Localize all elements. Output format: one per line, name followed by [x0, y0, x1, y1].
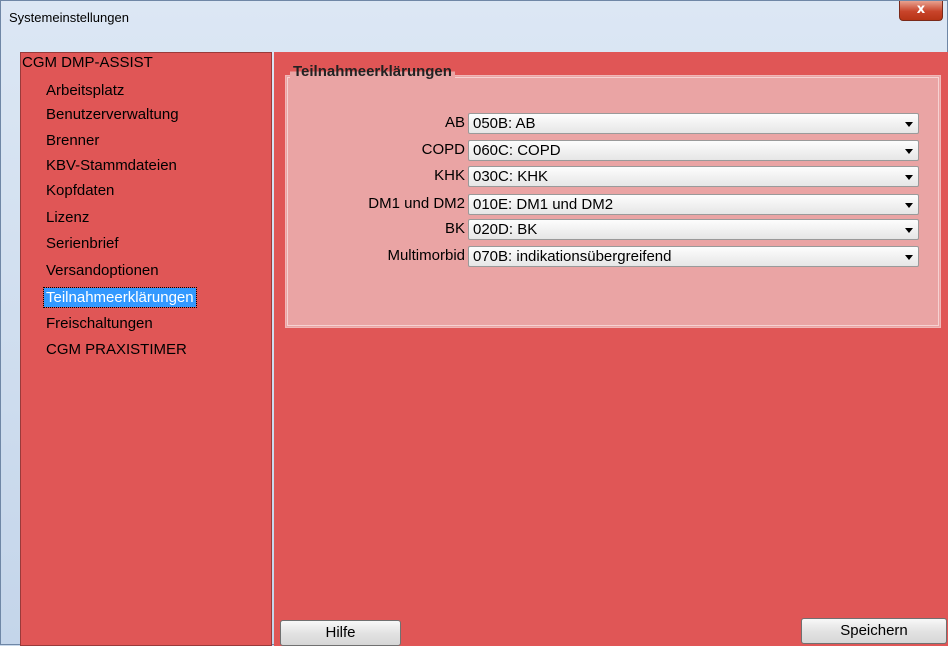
- group-title: Teilnahmeerklärungen: [290, 63, 455, 80]
- select-copd[interactable]: 060C: COPD: [468, 140, 919, 161]
- tree-item-kbv-stammdateien[interactable]: KBV-Stammdateien: [44, 156, 179, 175]
- help-button[interactable]: Hilfe: [280, 620, 401, 646]
- dropdown-arrow-icon[interactable]: [905, 203, 913, 208]
- select-dm1-dm2[interactable]: 010E: DM1 und DM2: [468, 194, 919, 215]
- title-bar: Systemeinstellungen x: [1, 1, 947, 35]
- tree-item-teilnahmeerklaerungen[interactable]: Teilnahmeerklärungen: [43, 287, 197, 308]
- window-title: Systemeinstellungen: [9, 10, 129, 25]
- dropdown-arrow-icon[interactable]: [905, 149, 913, 154]
- close-icon: x: [916, 2, 926, 17]
- label-khk: KHK: [434, 167, 465, 184]
- tree-item-serienbrief[interactable]: Serienbrief: [44, 234, 121, 253]
- label-bk: BK: [444, 220, 465, 237]
- settings-tree: CGM DMP-ASSIST Arbeitsplatz Benutzerverw…: [20, 52, 272, 646]
- select-khk[interactable]: 030C: KHK: [468, 166, 919, 187]
- select-multimorbid[interactable]: 070B: indikationsübergreifend: [468, 246, 919, 267]
- tree-item-kopfdaten[interactable]: Kopfdaten: [44, 181, 116, 200]
- dropdown-arrow-icon[interactable]: [905, 228, 913, 233]
- dropdown-arrow-icon[interactable]: [905, 255, 913, 260]
- dropdown-arrow-icon[interactable]: [905, 175, 913, 180]
- select-ab-value: 050B: AB: [473, 115, 536, 132]
- close-button[interactable]: x: [899, 1, 943, 21]
- dropdown-arrow-icon[interactable]: [905, 122, 913, 127]
- select-bk-value: 020D: BK: [473, 221, 538, 238]
- label-dm1-dm2: DM1 und DM2: [368, 195, 465, 212]
- label-multimorbid: Multimorbid: [387, 247, 465, 264]
- tree-item-brenner[interactable]: Brenner: [44, 131, 101, 150]
- tree-item-benutzerverwaltung[interactable]: Benutzerverwaltung: [44, 105, 181, 124]
- tree-item-freischaltungen[interactable]: Freischaltungen: [44, 314, 155, 333]
- tree-item-lizenz[interactable]: Lizenz: [44, 208, 91, 227]
- tree-item-cgm-praxistimer[interactable]: CGM PRAXISTIMER: [44, 340, 189, 359]
- tree-root[interactable]: CGM DMP-ASSIST: [22, 54, 153, 71]
- select-multimorbid-value: 070B: indikationsübergreifend: [473, 248, 672, 265]
- settings-window: Systemeinstellungen x CGM DMP-ASSIST Arb…: [0, 0, 948, 646]
- select-ab[interactable]: 050B: AB: [468, 113, 919, 134]
- save-button[interactable]: Speichern: [801, 618, 947, 644]
- select-bk[interactable]: 020D: BK: [468, 219, 919, 240]
- label-ab: AB: [444, 114, 465, 131]
- tree-item-versandoptionen[interactable]: Versandoptionen: [44, 261, 161, 280]
- label-copd: COPD: [421, 141, 465, 158]
- select-copd-value: 060C: COPD: [473, 142, 561, 159]
- select-khk-value: 030C: KHK: [473, 168, 549, 185]
- select-dm1-dm2-value: 010E: DM1 und DM2: [473, 196, 614, 213]
- tree-item-arbeitsplatz[interactable]: Arbeitsplatz: [44, 81, 126, 100]
